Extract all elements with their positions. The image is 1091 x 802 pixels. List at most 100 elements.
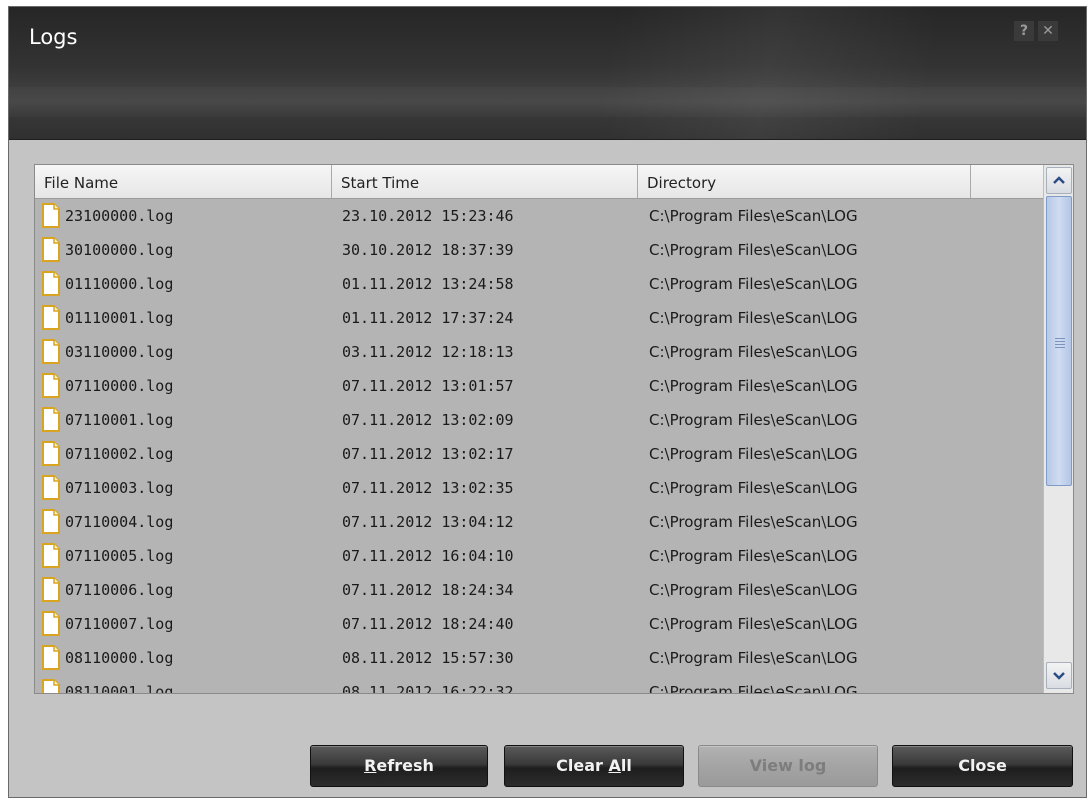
file-name-cell: 07110004.log <box>65 513 174 531</box>
file-name-cell: 08110001.log <box>65 683 174 693</box>
table-row[interactable]: 30100000.log 30.10.2012 18:37:39 C:\Progra… <box>35 233 1043 267</box>
file-name-cell: 03110000.log <box>65 343 174 361</box>
table-row[interactable]: 08110000.log 08.11.2012 15:57:30 C:\Progra… <box>35 641 1043 675</box>
view-log-button[interactable]: View log <box>698 745 878 787</box>
scroll-thumb[interactable] <box>1046 196 1072 486</box>
logs-dialog: Logs ? ✕ File Name Start Time Directory … <box>8 6 1087 798</box>
directory-cell: C:\Program Files\eScan\LOG <box>649 615 858 633</box>
start-time-cell: 07.11.2012 18:24:34 <box>342 581 514 599</box>
log-file-icon <box>42 237 60 262</box>
file-name-cell: 23100000.log <box>65 207 174 225</box>
log-file-icon <box>42 339 60 364</box>
table-row[interactable]: 07110001.log 07.11.2012 13:02:09 C:\Progra… <box>35 403 1043 437</box>
file-name-cell: 07110005.log <box>65 547 174 565</box>
start-time-cell: 07.11.2012 13:04:12 <box>342 513 514 531</box>
file-name-cell: 07110001.log <box>65 411 174 429</box>
refresh-label-mnemonic: R <box>364 756 377 775</box>
file-name-cell: 01110001.log <box>65 309 174 327</box>
clear-all-button[interactable]: Clear All <box>504 745 684 787</box>
directory-cell: C:\Program Files\eScan\LOG <box>649 649 858 667</box>
table-row[interactable]: 07110006.log 07.11.2012 18:24:34 C:\Progra… <box>35 573 1043 607</box>
log-file-icon <box>42 475 60 500</box>
dialog-title: Logs <box>29 25 78 49</box>
start-time-cell: 23.10.2012 15:23:46 <box>342 207 514 225</box>
column-header-file-name[interactable]: File Name <box>35 165 332 198</box>
file-name-cell: 01110000.log <box>65 275 174 293</box>
log-file-icon <box>42 373 60 398</box>
start-time-cell: 03.11.2012 12:18:13 <box>342 343 514 361</box>
log-file-icon <box>42 611 60 636</box>
scroll-down-button[interactable] <box>1046 662 1072 689</box>
grip-line <box>1055 347 1065 348</box>
start-time-cell: 07.11.2012 13:01:57 <box>342 377 514 395</box>
table-row[interactable]: 07110000.log 07.11.2012 13:01:57 C:\Progra… <box>35 369 1043 403</box>
scroll-up-button[interactable] <box>1046 167 1072 194</box>
table-row[interactable]: 07110007.log 07.11.2012 18:24:40 C:\Progra… <box>35 607 1043 641</box>
start-time-cell: 07.11.2012 13:02:09 <box>342 411 514 429</box>
table-row[interactable]: 07110004.log 07.11.2012 13:04:12 C:\Progra… <box>35 505 1043 539</box>
directory-cell: C:\Program Files\eScan\LOG <box>649 479 858 497</box>
file-name-cell: 08110000.log <box>65 649 174 667</box>
log-file-icon <box>42 543 60 568</box>
table-row[interactable]: 07110002.log 07.11.2012 13:02:17 C:\Progra… <box>35 437 1043 471</box>
view-log-label-mnemonic: g <box>814 756 827 775</box>
directory-cell: C:\Program Files\eScan\LOG <box>649 683 858 693</box>
table-row[interactable]: 03110000.log 03.11.2012 12:18:13 C:\Progra… <box>35 335 1043 369</box>
start-time-cell: 07.11.2012 13:02:17 <box>342 445 514 463</box>
log-file-icon <box>42 407 60 432</box>
column-header-start-time[interactable]: Start Time <box>332 165 638 198</box>
directory-cell: C:\Program Files\eScan\LOG <box>649 207 858 225</box>
log-file-icon <box>42 271 60 296</box>
file-name-cell: 30100000.log <box>65 241 174 259</box>
log-file-icon <box>42 441 60 466</box>
help-button[interactable]: ? <box>1014 21 1034 41</box>
directory-cell: C:\Program Files\eScan\LOG <box>649 581 858 599</box>
log-file-icon <box>42 509 60 534</box>
table-row[interactable]: 01110001.log 01.11.2012 17:37:24 C:\Progra… <box>35 301 1043 335</box>
log-file-icon <box>42 577 60 602</box>
title-bar-band <box>9 87 1086 117</box>
start-time-cell: 30.10.2012 18:37:39 <box>342 241 514 259</box>
log-file-icon <box>42 645 60 670</box>
table-row[interactable]: 07110005.log 07.11.2012 16:04:10 C:\Progra… <box>35 539 1043 573</box>
refresh-label-post: efresh <box>376 756 434 775</box>
chevron-down-icon <box>1053 672 1065 680</box>
column-header-filler <box>971 165 1043 198</box>
grip-line <box>1055 341 1065 342</box>
log-file-icon <box>42 203 60 228</box>
directory-cell: C:\Program Files\eScan\LOG <box>649 241 858 259</box>
directory-cell: C:\Program Files\eScan\LOG <box>649 513 858 531</box>
directory-cell: C:\Program Files\eScan\LOG <box>649 377 858 395</box>
file-name-cell: 07110002.log <box>65 445 174 463</box>
list-header: File Name Start Time Directory <box>35 165 1043 199</box>
file-name-cell: 07110000.log <box>65 377 174 395</box>
grip-line <box>1055 344 1065 345</box>
log-file-icon <box>42 305 60 330</box>
close-button[interactable]: Close <box>892 745 1073 787</box>
clear-all-label-mnemonic: A <box>608 756 621 775</box>
directory-cell: C:\Program Files\eScan\LOG <box>649 411 858 429</box>
directory-cell: C:\Program Files\eScan\LOG <box>649 445 858 463</box>
file-name-cell: 07110006.log <box>65 581 174 599</box>
log-rows: 23100000.log 23.10.2012 15:23:46 C:\Progra… <box>35 199 1043 693</box>
close-icon[interactable]: ✕ <box>1038 21 1058 41</box>
start-time-cell: 07.11.2012 18:24:40 <box>342 615 514 633</box>
column-header-directory[interactable]: Directory <box>638 165 971 198</box>
refresh-button[interactable]: Refresh <box>310 745 488 787</box>
table-row[interactable]: 08110001.log 08.11.2012 16:22:32 C:\Progra… <box>35 675 1043 693</box>
file-name-cell: 07110003.log <box>65 479 174 497</box>
close-label: Close <box>958 756 1007 775</box>
start-time-cell: 07.11.2012 16:04:10 <box>342 547 514 565</box>
chevron-up-icon <box>1053 176 1065 184</box>
directory-cell: C:\Program Files\eScan\LOG <box>649 343 858 361</box>
clear-all-label-post: ll <box>620 756 632 775</box>
vertical-scrollbar[interactable] <box>1043 165 1073 693</box>
log-file-icon <box>42 679 60 693</box>
start-time-cell: 01.11.2012 17:37:24 <box>342 309 514 327</box>
directory-cell: C:\Program Files\eScan\LOG <box>649 547 858 565</box>
start-time-cell: 08.11.2012 15:57:30 <box>342 649 514 667</box>
table-row[interactable]: 01110000.log 01.11.2012 13:24:58 C:\Progra… <box>35 267 1043 301</box>
view-log-label-pre: View lo <box>749 756 815 775</box>
table-row[interactable]: 07110003.log 07.11.2012 13:02:35 C:\Progra… <box>35 471 1043 505</box>
table-row[interactable]: 23100000.log 23.10.2012 15:23:46 C:\Progra… <box>35 199 1043 233</box>
